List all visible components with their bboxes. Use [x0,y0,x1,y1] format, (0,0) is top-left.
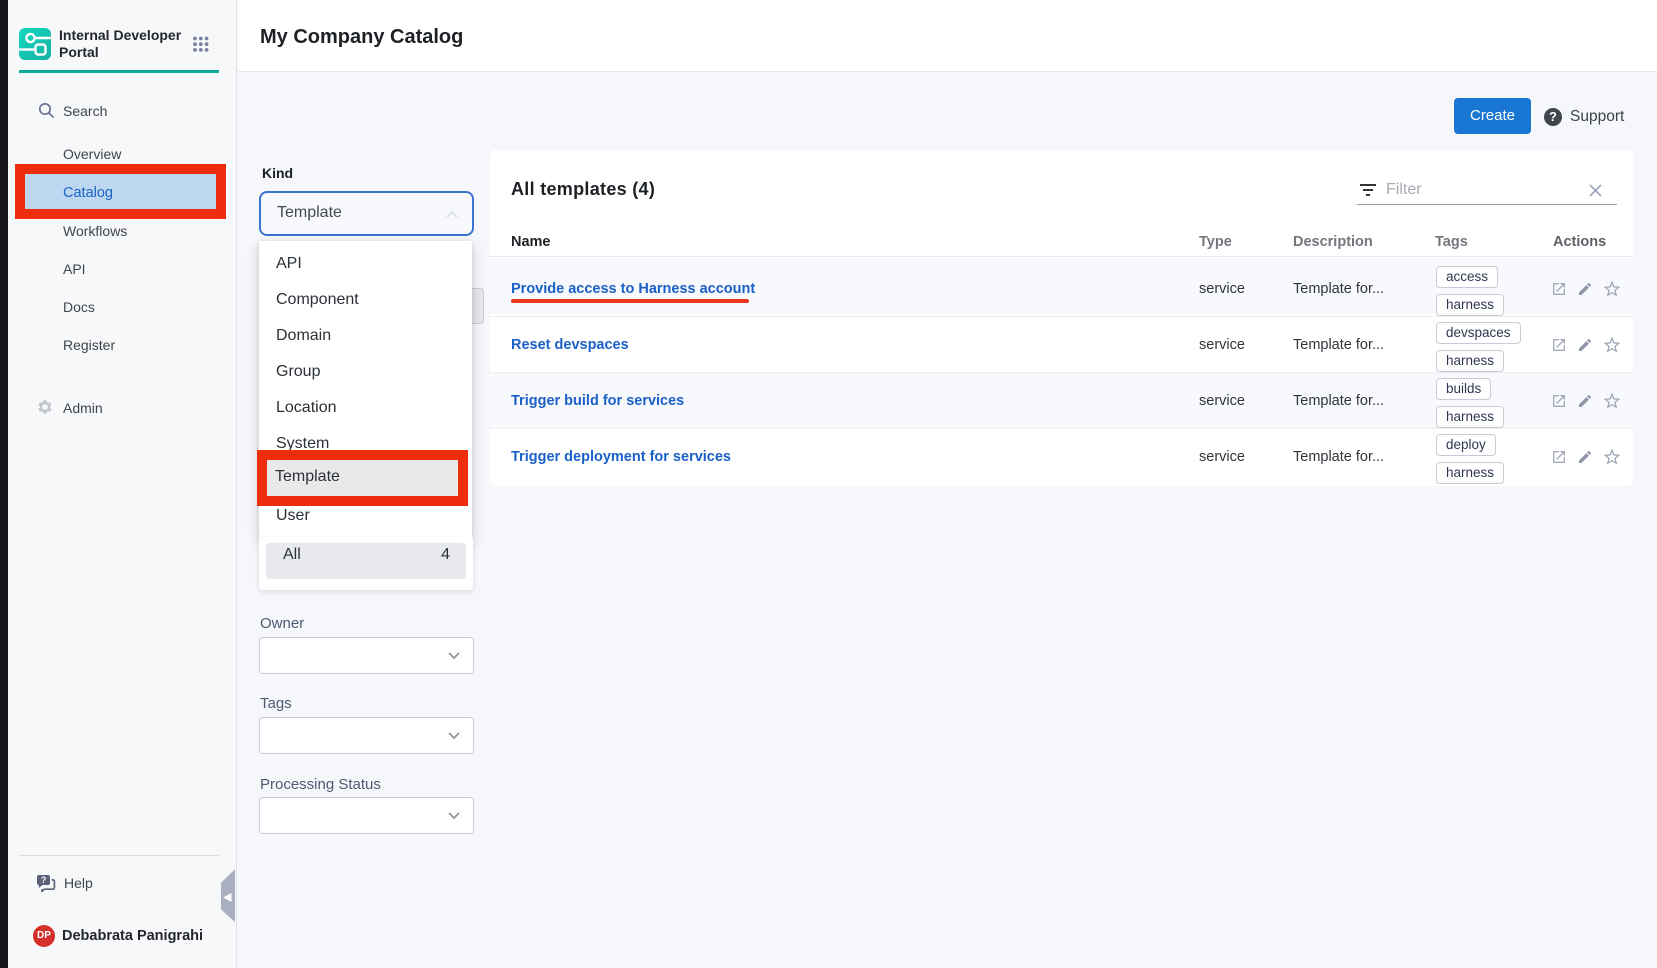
svg-text:?: ? [41,875,47,885]
